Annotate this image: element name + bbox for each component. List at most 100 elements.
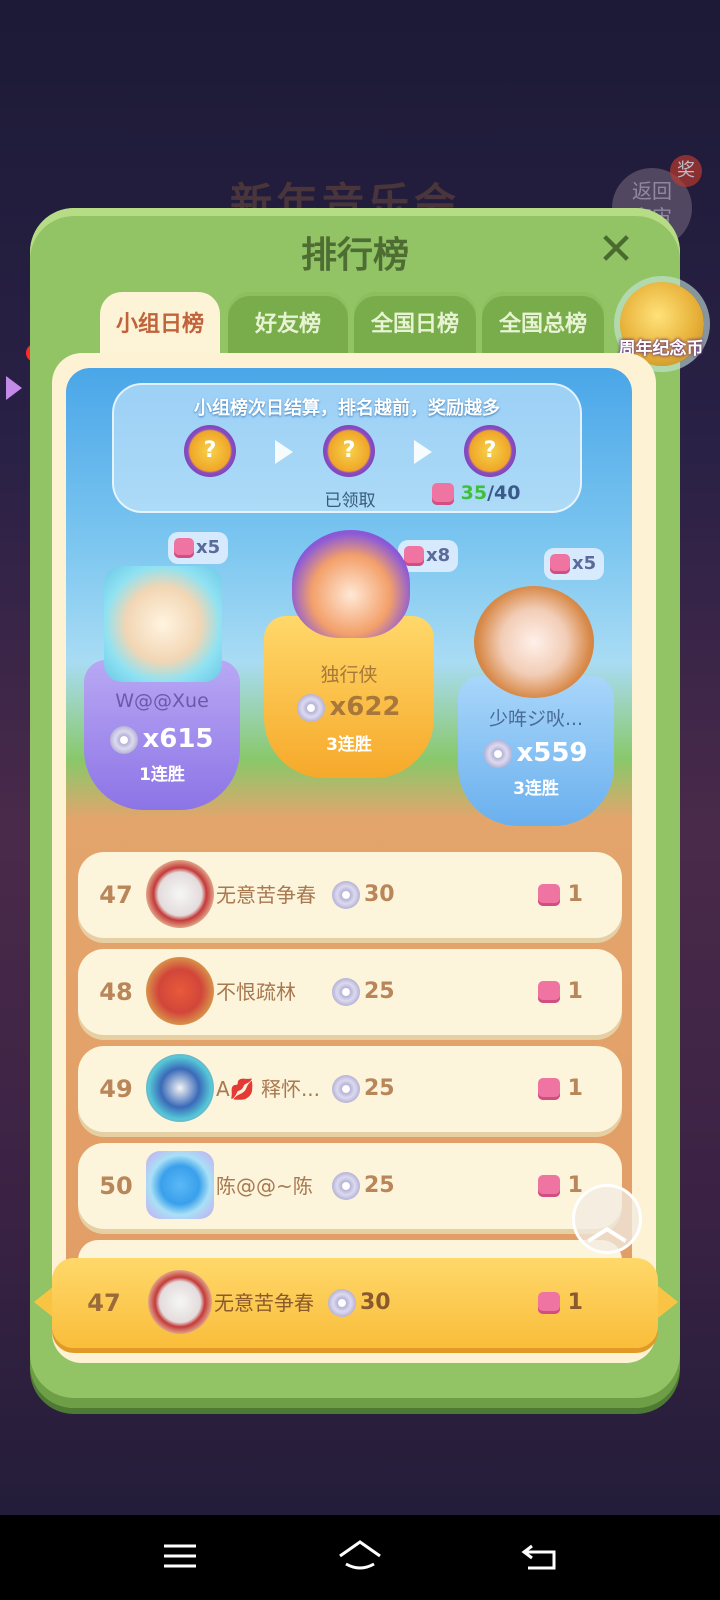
puzzle-piece-icon bbox=[538, 981, 560, 1003]
disc-icon bbox=[110, 725, 139, 754]
podium-name: W@@Xue bbox=[115, 690, 209, 712]
podium-score-value: x622 bbox=[329, 692, 401, 722]
puzzle-piece-icon bbox=[538, 884, 560, 906]
player-reward-value: 1 bbox=[567, 1076, 583, 1101]
player-reward: 1 bbox=[538, 1258, 583, 1348]
list-item[interactable]: 48 不恨疏林 25 1 bbox=[78, 949, 622, 1035]
puzzle-piece-icon bbox=[550, 554, 570, 574]
podium-streak: 3连胜 bbox=[326, 735, 372, 755]
rank-number: 48 bbox=[99, 978, 133, 1006]
back-icon[interactable] bbox=[510, 1528, 570, 1584]
disc-icon bbox=[332, 881, 360, 909]
disc-icon bbox=[332, 1172, 360, 1200]
reward-progress: 35/40 bbox=[432, 482, 520, 505]
player-score: 30 bbox=[332, 852, 395, 938]
rank-number: 47 bbox=[99, 881, 133, 909]
player-name: 无意苦争春 bbox=[214, 1291, 314, 1315]
player-score: 25 bbox=[332, 1046, 395, 1132]
podium-score: x559 bbox=[466, 738, 606, 768]
puzzle-piece-icon bbox=[538, 1078, 560, 1100]
chevron-up-icon: ︿ bbox=[587, 1203, 627, 1249]
close-icon[interactable]: ✕ bbox=[594, 228, 638, 272]
podium-score: x615 bbox=[92, 724, 232, 754]
avatar[interactable] bbox=[104, 566, 222, 682]
tab-national-total[interactable]: 全国总榜 bbox=[482, 292, 604, 358]
reward-info-text: 小组榜次日结算，排名越前，奖励越多 bbox=[194, 398, 500, 419]
player-name: 陈@@~陈 bbox=[216, 1174, 313, 1198]
player-reward: 1 bbox=[538, 1046, 583, 1132]
avatar[interactable] bbox=[292, 530, 410, 638]
podium-name: 独行侠 bbox=[320, 664, 378, 686]
avatar[interactable] bbox=[146, 957, 214, 1025]
player-score-value: 30 bbox=[360, 1290, 391, 1315]
player-score: 25 bbox=[332, 1143, 395, 1229]
podium-streak: 1连胜 bbox=[139, 765, 185, 785]
puzzle-piece-icon bbox=[404, 546, 424, 566]
puzzle-piece-icon bbox=[538, 1292, 560, 1314]
my-rank-ribbon-right bbox=[658, 1286, 678, 1318]
claimed-label: 已领取 bbox=[324, 491, 376, 511]
avatar[interactable] bbox=[474, 586, 594, 698]
puzzle-piece-icon bbox=[538, 1175, 560, 1197]
avatar[interactable] bbox=[146, 860, 214, 928]
avatar[interactable] bbox=[146, 1151, 214, 1219]
reward-badge: 奖 bbox=[670, 155, 702, 187]
player-score: 25 bbox=[332, 949, 395, 1035]
player-reward-value: 1 bbox=[567, 979, 583, 1004]
reward-disc-icon[interactable]: ? bbox=[184, 425, 236, 477]
player-reward: 1 bbox=[538, 852, 583, 938]
tab-national-daily[interactable]: 全国日榜 bbox=[354, 292, 476, 358]
player-score: 30 bbox=[328, 1258, 391, 1348]
podium-reward: x5 bbox=[572, 553, 597, 574]
list-item[interactable]: 49 A💋 释怀... 25 1 bbox=[78, 1046, 622, 1132]
progress-current: 35 bbox=[460, 482, 488, 504]
side-arrow-icon bbox=[6, 376, 22, 400]
player-name: 无意苦争春 bbox=[216, 883, 316, 907]
podium-reward: x5 bbox=[196, 537, 221, 558]
player-reward-value: 1 bbox=[567, 882, 583, 907]
player-score-value: 25 bbox=[364, 1173, 395, 1198]
player-score-value: 25 bbox=[364, 979, 395, 1004]
disc-icon bbox=[332, 978, 360, 1006]
my-rank-ribbon-left bbox=[34, 1286, 54, 1318]
player-name: A💋 释怀... bbox=[216, 1077, 321, 1101]
podium-name: 少哖ジ吙... bbox=[488, 708, 584, 730]
player-name: 不恨疏林 bbox=[216, 980, 296, 1004]
puzzle-piece-icon bbox=[174, 538, 194, 558]
arrow-right-icon bbox=[414, 440, 432, 464]
rank-number: 49 bbox=[99, 1075, 133, 1103]
podium-score-value: x615 bbox=[142, 724, 214, 754]
reward-disc-icon[interactable]: ? bbox=[323, 425, 375, 477]
tab-friends[interactable]: 好友榜 bbox=[228, 292, 348, 358]
list-item[interactable]: 47 无意苦争春 30 1 bbox=[78, 852, 622, 938]
player-score-value: 30 bbox=[364, 882, 395, 907]
disc-icon bbox=[328, 1289, 356, 1317]
scroll-to-top-button[interactable]: ︿ bbox=[572, 1184, 642, 1254]
rank-number: 47 bbox=[87, 1289, 121, 1317]
arrow-right-icon bbox=[275, 440, 293, 464]
podium-reward-tag: x5 bbox=[168, 532, 229, 564]
player-reward-value: 1 bbox=[567, 1290, 583, 1315]
rank-number: 50 bbox=[99, 1172, 133, 1200]
disc-icon bbox=[297, 693, 326, 722]
puzzle-piece-icon bbox=[432, 482, 454, 505]
reward-disc-icon[interactable]: ? bbox=[464, 425, 516, 477]
home-icon[interactable] bbox=[330, 1528, 390, 1584]
player-reward: 1 bbox=[538, 949, 583, 1035]
disc-icon bbox=[484, 739, 513, 768]
podium-reward: x8 bbox=[426, 545, 451, 566]
list-item[interactable]: 50 陈@@~陈 25 1 bbox=[78, 1143, 622, 1229]
player-score-value: 25 bbox=[364, 1076, 395, 1101]
podium-reward-tag: x5 bbox=[544, 548, 605, 580]
avatar[interactable] bbox=[148, 1270, 212, 1334]
my-rank-row[interactable]: 47 无意苦争春 30 1 bbox=[52, 1258, 658, 1348]
tab-group-daily[interactable]: 小组日榜 bbox=[100, 292, 220, 358]
progress-total: /40 bbox=[487, 482, 521, 504]
menu-icon[interactable] bbox=[150, 1528, 210, 1584]
podium-score: x622 bbox=[272, 692, 426, 722]
disc-icon bbox=[332, 1075, 360, 1103]
podium-streak: 3连胜 bbox=[513, 779, 559, 799]
avatar[interactable] bbox=[146, 1054, 214, 1122]
podium-score-value: x559 bbox=[516, 738, 588, 768]
page-title: 排行榜 bbox=[300, 235, 409, 276]
